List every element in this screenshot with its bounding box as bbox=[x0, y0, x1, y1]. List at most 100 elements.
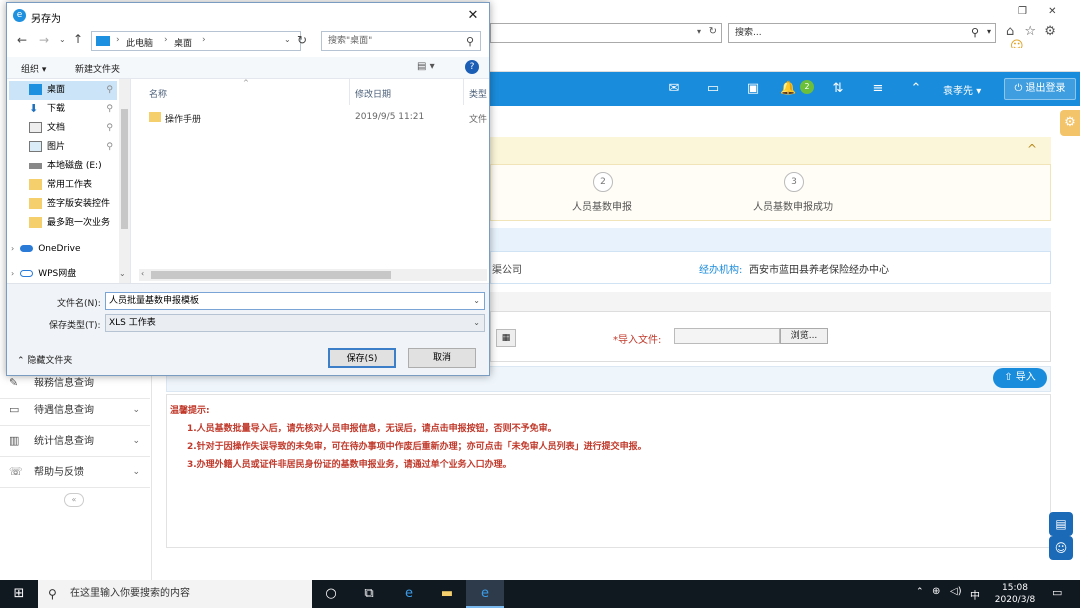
scroll-down-icon[interactable]: ⌄ bbox=[119, 269, 126, 278]
task-view-icon[interactable]: ⧉ bbox=[350, 580, 388, 608]
scrollbar-thumb[interactable] bbox=[151, 271, 391, 279]
browser-search-input[interactable]: 搜索... ⚲ ▾ bbox=[728, 23, 996, 43]
column-date[interactable]: 修改日期 bbox=[355, 87, 391, 100]
sidebar-item-stats-query[interactable]: ▥ 统计信息查询 ⌄ bbox=[0, 426, 150, 457]
up-icon[interactable]: ↑ bbox=[73, 32, 83, 46]
company-name: 渠公司 bbox=[492, 265, 522, 276]
save-as-dialog: e 另存为 ✕ ← → ⌄ ↑ › 此电脑 › 桌面 › ⌄ ↻ 搜索"桌面" … bbox=[6, 2, 490, 376]
dropdown-icon[interactable]: ⌄ bbox=[473, 293, 480, 309]
column-type[interactable]: 类型 bbox=[469, 87, 487, 100]
dialog-search-input[interactable]: 搜索"桌面" ⚲ bbox=[321, 31, 481, 51]
back-icon[interactable]: ← bbox=[17, 33, 27, 47]
cortana-icon[interactable]: ○ bbox=[312, 580, 350, 608]
path-segment[interactable]: 桌面 bbox=[174, 36, 192, 49]
navigation-pane: 桌面 ⚲ ⬇ 下载 ⚲ 文档 ⚲ 图片 ⚲ 本地磁盘 (E:) 常用工作表 签字版安装控件… bbox=[7, 79, 131, 283]
path-segment[interactable]: 此电脑 bbox=[126, 36, 153, 49]
filetype-select[interactable]: XLS 工作表 ⌄ bbox=[105, 314, 485, 332]
path-dropdown-icon[interactable]: ⌄ bbox=[284, 35, 291, 44]
close-window-icon[interactable]: ✕ bbox=[1048, 6, 1056, 17]
help-icon[interactable]: ? bbox=[465, 60, 479, 74]
calendar-icon[interactable]: ▣ bbox=[745, 81, 761, 97]
nav-item-wps-drive[interactable]: › WPS网盘 bbox=[7, 264, 117, 283]
user-float-icon[interactable]: ☺ bbox=[1049, 536, 1073, 560]
settings-icon[interactable]: ⚙ bbox=[1044, 24, 1056, 39]
nav-item-pictures[interactable]: 图片 ⚲ bbox=[7, 138, 117, 157]
forward-icon[interactable]: → bbox=[39, 33, 49, 47]
bell-icon[interactable]: 🔔 bbox=[780, 81, 796, 97]
folder-icon bbox=[29, 179, 42, 190]
nav-item-folder[interactable]: 最多跑一次业务 bbox=[7, 214, 117, 233]
path-bar[interactable]: › 此电脑 › 桌面 › ⌄ bbox=[91, 31, 301, 51]
browser-icons: ⌂ ☆ ⚙ ☺ bbox=[1006, 24, 1076, 54]
drive-icon bbox=[29, 162, 42, 169]
sidebar-item-benefit-query[interactable]: ▭ 待遇信息查询 ⌄ bbox=[0, 395, 150, 426]
dropdown-icon[interactable]: ▾ bbox=[987, 27, 991, 36]
nav-scrollbar[interactable] bbox=[119, 79, 130, 283]
user-menu[interactable]: 袁孝先 ▾ bbox=[943, 82, 981, 97]
scroll-left-icon[interactable]: ‹ bbox=[141, 269, 144, 278]
address-bar[interactable]: ▾ ↻ bbox=[490, 23, 722, 43]
calendar-button[interactable]: ▦ bbox=[496, 329, 516, 347]
nav-item-folder[interactable]: 常用工作表 bbox=[7, 176, 117, 195]
manual-float-icon[interactable]: ▤ bbox=[1049, 512, 1073, 536]
refresh-icon[interactable]: ↻ bbox=[709, 26, 717, 37]
sidebar-item-help[interactable]: ☏ 帮助与反馈 ⌄ bbox=[0, 457, 150, 488]
restore-icon[interactable]: ❐ bbox=[1018, 6, 1027, 17]
chevron-up-icon: ⌃ bbox=[17, 356, 25, 366]
file-list-scrollbar[interactable]: ‹ bbox=[139, 269, 487, 281]
desktop-icon bbox=[29, 84, 42, 95]
save-button[interactable]: 保存(S) bbox=[328, 348, 396, 368]
mail-icon[interactable]: ✉ bbox=[666, 81, 682, 97]
card-icon[interactable]: ▭ bbox=[705, 81, 721, 97]
nav-label: 桌面 bbox=[47, 85, 66, 95]
nav-item-folder[interactable]: 签字版安装控件 bbox=[7, 195, 117, 214]
logout-button[interactable]: ⏻ 退出登录 bbox=[1004, 78, 1076, 100]
dialog-title-bar[interactable]: e 另存为 ✕ bbox=[7, 3, 489, 29]
home-icon[interactable]: ⌂ bbox=[1006, 24, 1014, 39]
file-input[interactable] bbox=[674, 328, 780, 344]
favorites-icon[interactable]: ☆ bbox=[1024, 24, 1036, 39]
file-explorer-icon[interactable]: ▬ bbox=[428, 580, 466, 608]
import-label: 导入 bbox=[1015, 372, 1036, 383]
tray-chevron-icon[interactable]: ⌃ bbox=[916, 587, 924, 597]
file-row[interactable]: 操作手册 2019/9/5 11:21 文件 bbox=[149, 109, 489, 127]
recent-dropdown-icon[interactable]: ⌄ bbox=[59, 35, 66, 44]
file-date: 2019/9/5 11:21 bbox=[355, 112, 425, 122]
volume-icon[interactable]: ◁) bbox=[950, 586, 962, 597]
hide-folders-toggle[interactable]: ⌃ 隐藏文件夹 bbox=[17, 353, 72, 366]
scrollbar-thumb[interactable] bbox=[121, 109, 128, 229]
nav-item-downloads[interactable]: ⬇ 下载 ⚲ bbox=[7, 100, 117, 119]
filename-input[interactable]: 人员批量基数申报模板 ⌄ bbox=[105, 292, 485, 310]
view-icon[interactable]: ▤ ▾ bbox=[417, 61, 435, 72]
search-icon[interactable]: ⚲ bbox=[971, 26, 979, 39]
ie-taskbar-icon[interactable]: e bbox=[466, 580, 504, 608]
close-icon[interactable]: ✕ bbox=[463, 6, 483, 26]
network-icon[interactable]: ⊕ bbox=[932, 586, 940, 597]
nav-item-drive-e[interactable]: 本地磁盘 (E:) bbox=[7, 157, 117, 176]
nav-item-desktop[interactable]: 桌面 ⚲ bbox=[9, 81, 117, 100]
windows-start-icon[interactable]: ⊞ bbox=[0, 580, 38, 608]
settings-float-icon[interactable]: ⚙ bbox=[1060, 110, 1080, 136]
organize-button[interactable]: 组织 ▾ bbox=[21, 62, 46, 75]
sidebar-collapse-button[interactable]: « bbox=[64, 493, 84, 507]
new-folder-button[interactable]: 新建文件夹 bbox=[75, 62, 120, 75]
taskbar-search-input[interactable]: ⚲ 在这里输入你要搜索的内容 bbox=[38, 580, 312, 608]
menu-icon[interactable]: ≡ bbox=[870, 81, 886, 97]
collapse-icon[interactable]: ^ bbox=[1027, 142, 1037, 156]
column-name[interactable]: 名称 bbox=[149, 87, 167, 100]
nav-item-documents[interactable]: 文档 ⚲ bbox=[7, 119, 117, 138]
browse-button[interactable]: 浏览... bbox=[780, 328, 828, 344]
clock[interactable]: 15:08 2020/3/8 bbox=[990, 582, 1040, 606]
ime-indicator[interactable]: 中 bbox=[970, 587, 980, 602]
refresh-icon[interactable]: ↻ bbox=[297, 33, 307, 47]
sort-icon[interactable]: ⇅ bbox=[830, 81, 846, 97]
dropdown-icon[interactable]: ⌄ bbox=[473, 315, 480, 331]
cancel-button[interactable]: 取消 bbox=[408, 348, 476, 368]
sidebar: ✎ 報務信息查询 ▭ 待遇信息查询 ⌄ ▥ 统计信息查询 ⌄ ☏ 帮助与反馈 ⌄ bbox=[0, 368, 152, 580]
edge-icon[interactable]: e bbox=[390, 580, 428, 608]
chevron-up-icon[interactable]: ⌃ bbox=[908, 81, 924, 97]
nav-item-onedrive[interactable]: › OneDrive bbox=[7, 239, 117, 258]
notification-icon[interactable]: ▭ bbox=[1052, 586, 1062, 599]
import-button[interactable]: ⇧ 导入 bbox=[993, 368, 1047, 388]
dropdown-icon[interactable]: ▾ bbox=[697, 27, 701, 36]
